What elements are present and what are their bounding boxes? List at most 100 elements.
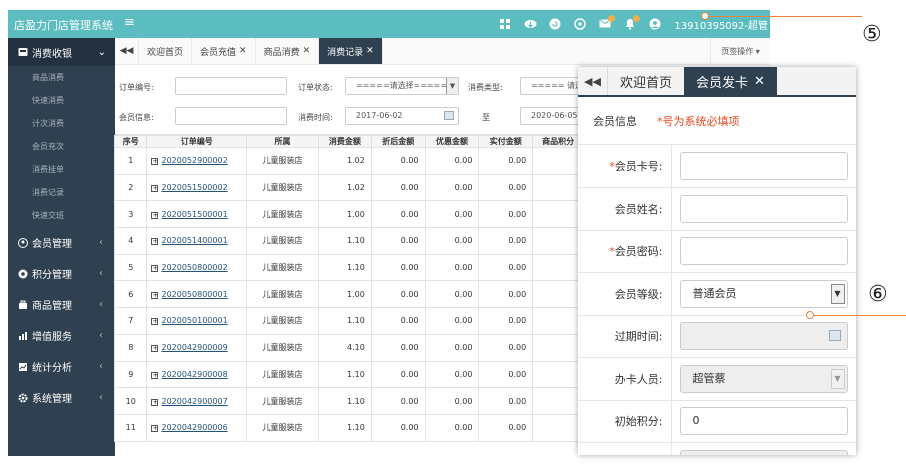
order-number-link[interactable]: +2020050800002 [146, 253, 247, 282]
expand-icon[interactable]: + [151, 291, 159, 299]
refresh-icon[interactable] [549, 18, 561, 30]
sidebar-group-consume[interactable]: 消费收银 ⌄ [8, 38, 115, 66]
sidebar-item-points[interactable]: 积分管理 ‹ [8, 258, 115, 289]
close-icon[interactable]: ✕ [366, 46, 374, 56]
expand-icon[interactable]: + [151, 398, 159, 406]
table-row[interactable]: 3 +2020051500001 儿童服装店 1.00 0.00 0.00 0.00 [113, 200, 584, 229]
tabs-back-button[interactable]: ◀◀ [115, 38, 139, 64]
initial-points-input[interactable]: 0 [679, 407, 848, 436]
expire-date-input[interactable] [679, 322, 848, 351]
sidebar-subitem[interactable]: 会员充次 [8, 135, 115, 158]
dialog-back-button[interactable]: ◀◀ [578, 67, 608, 95]
order-number-text[interactable]: 2020050100001 [161, 316, 227, 325]
cloud-download-icon[interactable] [524, 18, 537, 30]
table-row[interactable]: 8 +2020042900009 儿童服装店 4.10 0.00 0.00 0.00 [113, 333, 584, 362]
order-number-link[interactable]: +2020042900006 [146, 413, 247, 442]
expand-icon[interactable]: + [151, 211, 159, 219]
table-row[interactable]: 4 +2020051400001 儿童服装店 1.10 0.00 0.00 0.00 [113, 227, 584, 255]
member-info-input[interactable] [175, 107, 287, 125]
order-number-link[interactable]: +2020042900008 [146, 360, 247, 389]
card-staff-select[interactable]: 超管蔡 ▼ [679, 364, 848, 393]
order-number-text[interactable]: 2020042900007 [161, 397, 227, 406]
column-header[interactable]: 实付金额 [478, 135, 534, 148]
expand-icon[interactable]: + [151, 318, 159, 326]
close-icon[interactable]: ✕ [754, 74, 765, 89]
dialog-tab-welcome[interactable]: 欢迎首页 [608, 67, 684, 95]
expand-icon[interactable]: + [151, 238, 159, 246]
table-row[interactable]: 5 +2020050800002 儿童服装店 1.10 0.00 0.00 0.00 [113, 253, 584, 282]
table-row[interactable]: 6 +2020050800001 儿童服装店 1.00 0.00 0.00 0.00 [113, 280, 584, 309]
card-number-input[interactable] [679, 152, 848, 180]
calendar-icon[interactable] [444, 111, 454, 120]
menu-toggle-icon[interactable]: ≡ [124, 15, 135, 30]
order-number-link[interactable]: +2020051400001 [146, 227, 247, 255]
column-header[interactable]: 消费金额 [318, 135, 372, 148]
column-header[interactable]: 订单编号 [146, 135, 247, 148]
order-number-text[interactable]: 2020042900008 [161, 370, 227, 379]
sidebar-subitem[interactable]: 消费记录 [8, 181, 115, 204]
sidebar-subitem[interactable]: 计次消费 [8, 112, 115, 135]
order-number-link[interactable]: +2020051500001 [146, 200, 247, 229]
order-number-text[interactable]: 2020051500001 [161, 210, 227, 219]
order-number-link[interactable]: +2020052900002 [146, 147, 247, 175]
expand-icon[interactable]: + [151, 185, 159, 193]
member-name-input[interactable] [679, 194, 848, 223]
table-row[interactable]: 9 +2020042900008 儿童服装店 1.10 0.00 0.00 0.00 [113, 360, 584, 389]
dialog-tab-member-card[interactable]: 会员发卡 ✕ [684, 67, 777, 95]
table-row[interactable]: 11 +2020042900006 儿童服装店 1.10 0.00 0.00 0.00 [113, 413, 584, 442]
sidebar-item-valueadd[interactable]: 增值服务 ‹ [8, 320, 115, 351]
sidebar-item-members[interactable]: 会员管理 ‹ [8, 227, 115, 258]
order-number-link[interactable]: +2020050800001 [146, 280, 247, 309]
expand-icon[interactable]: + [151, 265, 159, 273]
order-number-link[interactable]: +2020051500002 [146, 173, 247, 202]
table-row[interactable]: 1 +2020052900002 儿童服装店 1.02 0.00 0.00 0.00 [113, 147, 584, 175]
mail-icon[interactable] [599, 15, 616, 30]
tab-member-recharge[interactable]: 会员充值 ✕ [192, 38, 256, 64]
sidebar-item-stats[interactable]: 统计分析 ‹ [8, 351, 115, 382]
sidebar-subitem[interactable]: 消费挂单 [8, 158, 115, 181]
order-number-text[interactable]: 2020052900002 [161, 156, 227, 165]
expand-icon[interactable]: + [151, 425, 159, 433]
order-number-text[interactable]: 2020051400001 [161, 236, 227, 245]
sidebar-item-system[interactable]: 系统管理 ‹ [8, 382, 115, 413]
column-header[interactable]: 序号 [113, 135, 148, 148]
table-row[interactable]: 10 +2020042900007 儿童服装店 1.10 0.00 0.00 0.00 [113, 387, 584, 415]
tab-welcome[interactable]: 欢迎首页 [139, 38, 193, 64]
sidebar-subitem[interactable]: 快速消费 [8, 89, 115, 112]
calendar-icon[interactable] [828, 330, 841, 342]
expand-icon[interactable]: + [151, 158, 159, 166]
settings-icon[interactable] [574, 18, 587, 30]
bell-icon[interactable] [624, 15, 641, 30]
column-header[interactable]: 商品积分 [532, 135, 584, 148]
tab-goods-consume[interactable]: 商品消费 ✕ [256, 38, 320, 64]
member-level-select[interactable]: 普通会员 ▼ [679, 279, 848, 308]
sidebar-subitem[interactable]: 商品消费 [8, 66, 115, 89]
table-row[interactable]: 2 +2020051500002 儿童服装店 1.02 0.00 0.00 0.00 [113, 173, 584, 202]
order-number-link[interactable]: +2020050100001 [146, 307, 247, 335]
column-header[interactable]: 优惠金额 [424, 135, 480, 148]
sidebar-item-goods[interactable]: 商品管理 ‹ [8, 289, 115, 320]
order-number-text[interactable]: 2020042900006 [161, 423, 227, 432]
order-number-text[interactable]: 2020042900009 [161, 343, 227, 352]
order-status-select[interactable]: =====请选择===== ▼ [345, 77, 459, 95]
sidebar-subitem[interactable]: 快速交班 [8, 204, 115, 227]
close-icon[interactable]: ✕ [239, 46, 247, 56]
date-from-input[interactable]: 2017-06-02 [345, 107, 459, 125]
grid-icon[interactable] [499, 18, 511, 30]
expand-icon[interactable]: + [151, 371, 159, 379]
table-row[interactable]: 7 +2020050100001 儿童服装店 1.10 0.00 0.00 0.00 [113, 307, 584, 335]
order-no-input[interactable] [175, 77, 287, 95]
member-password-input[interactable] [679, 237, 848, 266]
user-name[interactable]: 13910395092-超管 [674, 17, 768, 32]
tab-consume-records[interactable]: 消费记录 ✕ [319, 38, 383, 64]
column-header[interactable]: 折后金额 [370, 135, 426, 148]
order-number-link[interactable]: +2020042900009 [146, 333, 247, 362]
user-icon[interactable] [649, 18, 661, 30]
expand-icon[interactable]: + [151, 345, 159, 353]
partial-input[interactable] [679, 449, 848, 455]
page-ops-dropdown[interactable]: 页签操作 ▾ [710, 38, 770, 64]
close-icon[interactable]: ✕ [303, 46, 311, 56]
order-number-text[interactable]: 2020050800002 [161, 263, 227, 272]
order-number-text[interactable]: 2020050800001 [161, 290, 227, 299]
order-number-link[interactable]: +2020042900007 [146, 387, 247, 415]
